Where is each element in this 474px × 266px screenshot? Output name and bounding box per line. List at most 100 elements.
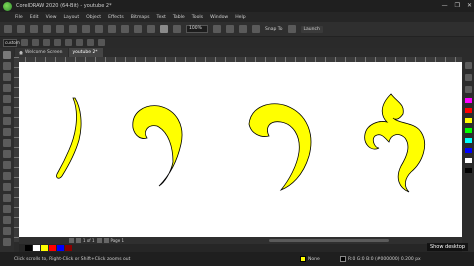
menu-bitmaps[interactable]: Bitmaps <box>131 15 150 20</box>
menu-view[interactable]: View <box>46 15 57 20</box>
shape-tool-icon[interactable] <box>3 62 11 70</box>
menu-layout[interactable]: Layout <box>64 15 80 20</box>
minimize-button[interactable]: — <box>442 1 448 11</box>
zoom-icon[interactable] <box>173 25 181 33</box>
undo-icon[interactable] <box>95 25 103 33</box>
glyph-2[interactable] <box>132 105 183 187</box>
menu-help[interactable]: Help <box>235 15 245 20</box>
rectangle-tool-icon[interactable] <box>3 117 11 125</box>
palette-swatch-green[interactable] <box>464 128 472 133</box>
save-icon[interactable] <box>30 25 38 33</box>
first-page-button[interactable] <box>69 238 74 243</box>
doc-palette-swatch-6[interactable] <box>65 245 72 251</box>
units-icon[interactable] <box>87 39 94 46</box>
nudge-icon[interactable] <box>98 39 105 46</box>
status-outline-indicator[interactable]: R:0 G:0 B:0 (#000000) 0.200 px <box>340 256 421 262</box>
open-icon[interactable] <box>17 25 25 33</box>
page-width-icon[interactable] <box>21 39 28 46</box>
guidelines-icon[interactable] <box>252 25 260 33</box>
doc-palette-swatch-2[interactable] <box>33 245 40 251</box>
grid-icon[interactable] <box>239 25 247 33</box>
palette-swatch-cyan[interactable] <box>464 138 472 143</box>
horizontal-scrollbar-thumb[interactable] <box>269 239 389 242</box>
menu-text[interactable]: Text <box>157 15 166 20</box>
menu-object[interactable]: Object <box>86 15 101 20</box>
artistic-media-tool-icon[interactable] <box>3 106 11 114</box>
doc-palette-swatch-3[interactable] <box>41 245 48 251</box>
print-icon[interactable] <box>43 25 51 33</box>
search-icon[interactable] <box>121 25 129 33</box>
palette-swatch-black[interactable] <box>464 168 472 173</box>
all-pages-icon[interactable] <box>65 39 72 46</box>
eyedropper-tool-icon[interactable] <box>3 205 11 213</box>
interactive-fill-tool-icon[interactable] <box>3 216 11 224</box>
crop-tool-icon[interactable] <box>3 73 11 81</box>
options-gear-icon[interactable] <box>287 25 296 33</box>
rulers-icon[interactable] <box>226 25 234 33</box>
page-height-icon[interactable] <box>32 39 39 46</box>
drawing-canvas[interactable] <box>19 62 462 237</box>
menu-window[interactable]: Window <box>210 15 228 20</box>
paste-icon[interactable] <box>82 25 90 33</box>
menu-effects[interactable]: Effects <box>108 15 124 20</box>
hints-docker-icon[interactable] <box>464 86 472 93</box>
menu-tools[interactable]: Tools <box>192 15 203 20</box>
text-tool-icon[interactable] <box>3 150 11 158</box>
corel-draw-window: CorelDRAW 2020 (64-Bit) - youtube 2* — ❐… <box>0 0 474 266</box>
maximize-button[interactable]: ❐ <box>455 1 460 11</box>
doc-palette-swatch-1[interactable] <box>25 245 32 251</box>
export-icon[interactable] <box>147 25 155 33</box>
palette-swatch-blue[interactable] <box>464 148 472 153</box>
ellipse-tool-icon[interactable] <box>3 128 11 136</box>
palette-swatch-magenta[interactable] <box>464 98 472 103</box>
portrait-icon[interactable] <box>43 39 50 46</box>
doc-palette-swatch-4[interactable] <box>49 245 56 251</box>
page-size-select[interactable]: custom <box>3 38 20 47</box>
glyph-4[interactable] <box>364 93 425 193</box>
close-button[interactable]: ✕ <box>467 1 472 11</box>
page-tab[interactable]: Page 1 <box>111 238 125 243</box>
menu-file[interactable]: File <box>15 15 23 20</box>
tab-youtube-2[interactable]: youtube 2* <box>68 48 103 57</box>
palette-swatch-red[interactable] <box>464 108 472 113</box>
palette-swatch-white[interactable] <box>464 158 472 163</box>
previous-page-button[interactable] <box>76 238 81 243</box>
smart-fill-tool-icon[interactable] <box>3 227 11 235</box>
drop-shadow-tool-icon[interactable] <box>3 183 11 191</box>
window-title: CorelDRAW 2020 (64-Bit) - youtube 2* <box>16 3 112 9</box>
transparency-tool-icon[interactable] <box>3 194 11 202</box>
snap-to-dropdown[interactable]: Snap To <box>265 27 283 32</box>
zoom-level-input[interactable]: 100% <box>186 25 208 33</box>
objects-docker-icon[interactable] <box>464 74 472 81</box>
page-position: 1 of 1 <box>83 238 95 243</box>
connector-tool-icon[interactable] <box>3 172 11 180</box>
launch-button[interactable]: Launch <box>300 25 323 33</box>
current-page-icon[interactable] <box>76 39 83 46</box>
menu-table[interactable]: Table <box>173 15 185 20</box>
doc-palette-swatch-5[interactable] <box>57 245 64 251</box>
palette-swatch-yellow[interactable] <box>464 118 472 123</box>
properties-docker-icon[interactable] <box>464 62 472 69</box>
import-icon[interactable] <box>134 25 142 33</box>
polygon-tool-icon[interactable] <box>3 139 11 147</box>
new-document-icon[interactable] <box>4 25 12 33</box>
tab-welcome-screen[interactable]: Welcome Screen <box>15 48 68 57</box>
pick-tool-icon[interactable] <box>3 51 11 59</box>
cut-icon[interactable] <box>56 25 64 33</box>
freehand-tool-icon[interactable] <box>3 95 11 103</box>
glyph-3[interactable] <box>248 103 312 191</box>
copy-icon[interactable] <box>69 25 77 33</box>
publish-pdf-icon[interactable] <box>160 25 168 33</box>
zoom-tool-icon[interactable] <box>3 84 11 92</box>
add-tool-icon[interactable] <box>3 238 11 246</box>
redo-icon[interactable] <box>108 25 116 33</box>
glyph-1[interactable] <box>56 97 82 179</box>
menu-edit[interactable]: Edit <box>30 15 39 20</box>
last-page-button[interactable] <box>103 238 109 243</box>
parallel-dimension-tool-icon[interactable] <box>3 161 11 169</box>
next-page-button[interactable] <box>96 238 102 243</box>
landscape-icon[interactable] <box>54 39 61 46</box>
full-screen-icon[interactable] <box>213 25 221 33</box>
property-bar: custom <box>0 36 474 48</box>
status-fill-indicator[interactable]: None <box>300 256 320 262</box>
